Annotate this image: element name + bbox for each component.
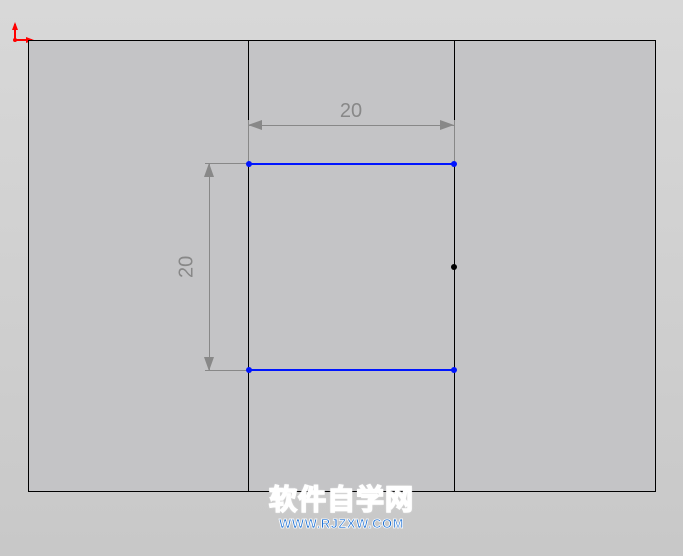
sketch-endpoint[interactable]	[451, 367, 457, 373]
sketch-canvas[interactable]: 20 20 软件自学网 WWW.RJZXW.COM	[0, 0, 683, 556]
watermark: 软件自学网 WWW.RJZXW.COM	[269, 478, 414, 531]
sketch-endpoint[interactable]	[451, 161, 457, 167]
sketch-endpoint[interactable]	[246, 367, 252, 373]
watermark-title: 软件自学网	[269, 478, 414, 518]
dimension-line	[248, 125, 454, 126]
sketch-midpoint[interactable]	[451, 264, 457, 270]
sketch-line-bottom[interactable]	[248, 369, 454, 371]
dimension-horizontal-value[interactable]: 20	[248, 100, 454, 123]
dimension-arrow-icon	[204, 357, 214, 371]
dimension-vertical-value[interactable]: 20	[172, 163, 202, 371]
dimension-extension-line	[454, 120, 455, 164]
sketch-endpoint[interactable]	[246, 161, 252, 167]
sketch-line-top[interactable]	[248, 163, 454, 165]
watermark-url: WWW.RJZXW.COM	[269, 516, 414, 531]
dimension-arrow-icon	[204, 163, 214, 177]
dimension-line	[209, 163, 210, 371]
